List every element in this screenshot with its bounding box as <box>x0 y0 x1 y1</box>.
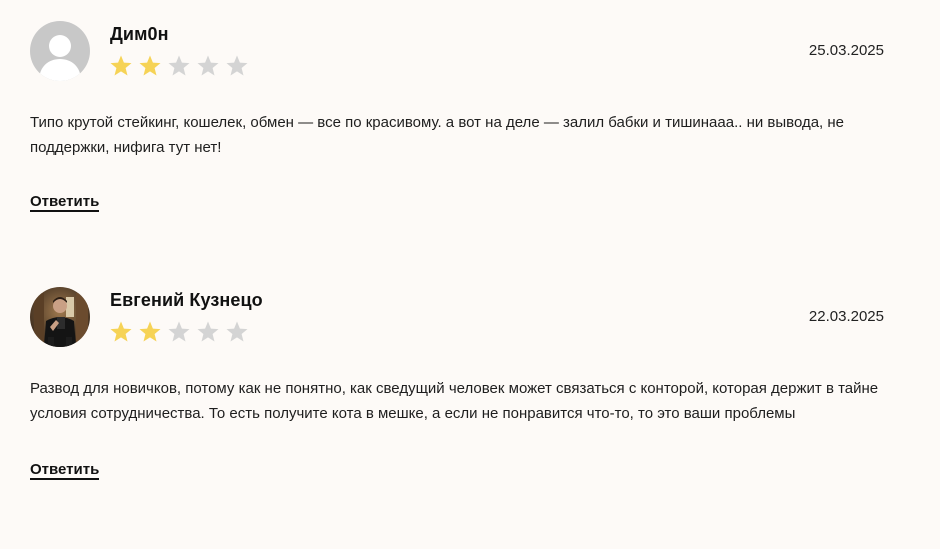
star-empty-icon <box>196 54 220 78</box>
user-photo-avatar <box>30 287 90 347</box>
reply-link[interactable]: Ответить <box>30 193 100 212</box>
review-author: Дим0н <box>110 24 169 44</box>
review-header: Дим0н 25.03.2025 <box>30 21 886 83</box>
star-empty-icon <box>225 54 249 78</box>
review-date: 25.03.2025 <box>808 42 884 59</box>
rating-stars <box>109 320 249 344</box>
star-filled-icon <box>138 54 162 78</box>
star-empty-icon <box>167 320 191 344</box>
star-empty-icon <box>167 54 191 78</box>
review-text: Типо крутой стейкинг, кошелек, обмен — в… <box>30 114 845 156</box>
star-empty-icon <box>225 320 249 344</box>
star-filled-icon <box>109 54 133 78</box>
review-card: Дим0н 25.03.2025 Типо крутой стейкинг, к… <box>30 21 886 212</box>
review-author: Евгений Кузнецо <box>110 290 263 310</box>
star-filled-icon <box>138 320 162 344</box>
review-date: 22.03.2025 <box>808 308 884 325</box>
rating-stars <box>109 54 249 78</box>
default-avatar-icon <box>30 21 90 81</box>
review-text: Развод для новичков, потому как не понят… <box>30 380 879 422</box>
review-card: Евгений Кузнецо 22.03.2025 Развод для но… <box>30 287 886 480</box>
star-empty-icon <box>196 320 220 344</box>
reply-link[interactable]: Ответить <box>30 461 100 480</box>
review-header: Евгений Кузнецо 22.03.2025 <box>30 287 886 349</box>
star-filled-icon <box>109 320 133 344</box>
